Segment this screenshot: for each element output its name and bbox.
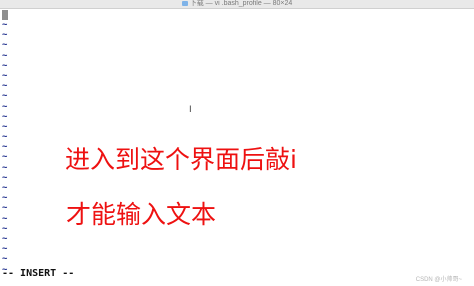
empty-line-marker: ~: [2, 20, 8, 30]
empty-line-marker: ~: [2, 60, 8, 71]
ibeam-cursor-icon: I: [189, 105, 192, 115]
empty-line-marker: ~: [2, 101, 8, 112]
empty-line-marker: ~: [2, 254, 8, 265]
annotation-line-2: 才能输入文本: [66, 200, 217, 229]
empty-line-marker: ~: [2, 121, 8, 132]
empty-line-marker: ~: [2, 203, 8, 214]
empty-line-marker: ~: [2, 40, 8, 51]
window-title: 下载 — vi .bash_profile — 80×24: [189, 0, 293, 7]
annotation-line-1: 进入到这个界面后敲i: [65, 145, 297, 174]
empty-line-marker: ~: [2, 223, 8, 234]
terminal-window: 下载 — vi .bash_profile — 80×24 ~ ~ ~ ~ ~ ~ ~ ~ ~ ~…: [0, 0, 474, 286]
empty-line-marker: ~: [2, 81, 8, 92]
text-cursor: [2, 10, 8, 20]
empty-line-marker: ~: [2, 111, 8, 122]
empty-line-marker: ~: [2, 172, 8, 183]
empty-line-marker: ~: [2, 70, 8, 81]
watermark: CSDN @小帅哥~: [415, 277, 462, 283]
empty-line-marker: ~: [2, 183, 8, 193]
mode-indicator: -- INSERT --: [2, 268, 75, 279]
empty-line-marker: ~: [2, 193, 8, 204]
window-title-container: 下载 — vi .bash_profile — 80×24: [0, 0, 474, 8]
folder-icon: [181, 1, 188, 6]
empty-line-marker: ~: [2, 213, 8, 224]
empty-line-marker: ~: [2, 91, 8, 102]
empty-line-marker: ~: [2, 233, 8, 244]
empty-line-marker: ~: [2, 152, 8, 163]
window-title-bar[interactable]: 下载 — vi .bash_profile — 80×24: [0, 0, 474, 9]
empty-line-marker: ~: [2, 50, 8, 61]
empty-line-marker: ~: [2, 162, 8, 173]
empty-line-marker: ~: [2, 244, 8, 255]
empty-line-marker: ~: [2, 132, 8, 143]
empty-line-marker: ~: [2, 142, 8, 153]
empty-line-marker: ~: [2, 30, 8, 41]
empty-line-markers: ~ ~ ~ ~ ~ ~ ~ ~ ~ ~ ~ ~ ~ ~ ~ ~ ~ ~ ~ ~ ~ ~ ~ ~ ~: [2, 20, 7, 275]
